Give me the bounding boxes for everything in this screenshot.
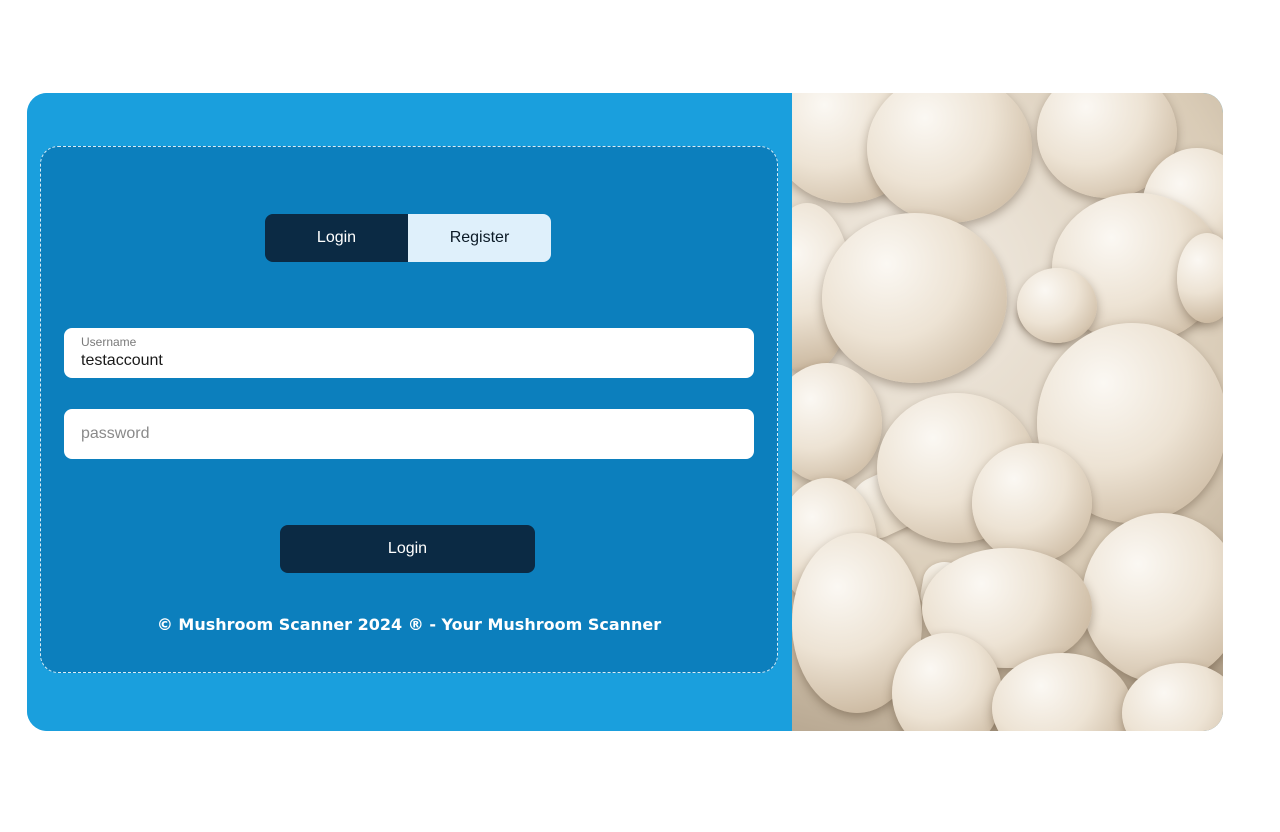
password-input[interactable]	[64, 409, 754, 459]
form-container: Login Register Username testaccount Logi…	[40, 146, 778, 673]
mushroom-cap	[1082, 513, 1223, 683]
mushroom-cap	[867, 93, 1032, 223]
mushroom-cap	[792, 363, 882, 483]
form-pane: Login Register Username testaccount Logi…	[27, 93, 792, 731]
username-field[interactable]: Username testaccount	[64, 328, 754, 378]
mushroom-cap	[822, 213, 1007, 383]
auth-tab-switcher: Login Register	[265, 214, 551, 262]
password-field[interactable]	[64, 409, 754, 459]
mushroom-cap	[1017, 268, 1097, 343]
mushroom-image	[792, 93, 1223, 731]
tab-register[interactable]: Register	[408, 214, 551, 262]
tab-login[interactable]: Login	[265, 214, 408, 262]
mushroom-cap	[972, 443, 1092, 563]
username-label: Username	[81, 335, 137, 349]
auth-card: Login Register Username testaccount Logi…	[27, 93, 1223, 731]
login-button[interactable]: Login	[280, 525, 535, 573]
username-value[interactable]: testaccount	[81, 352, 163, 370]
footer-copyright: © Mushroom Scanner 2024 ® - Your Mushroo…	[156, 615, 662, 634]
